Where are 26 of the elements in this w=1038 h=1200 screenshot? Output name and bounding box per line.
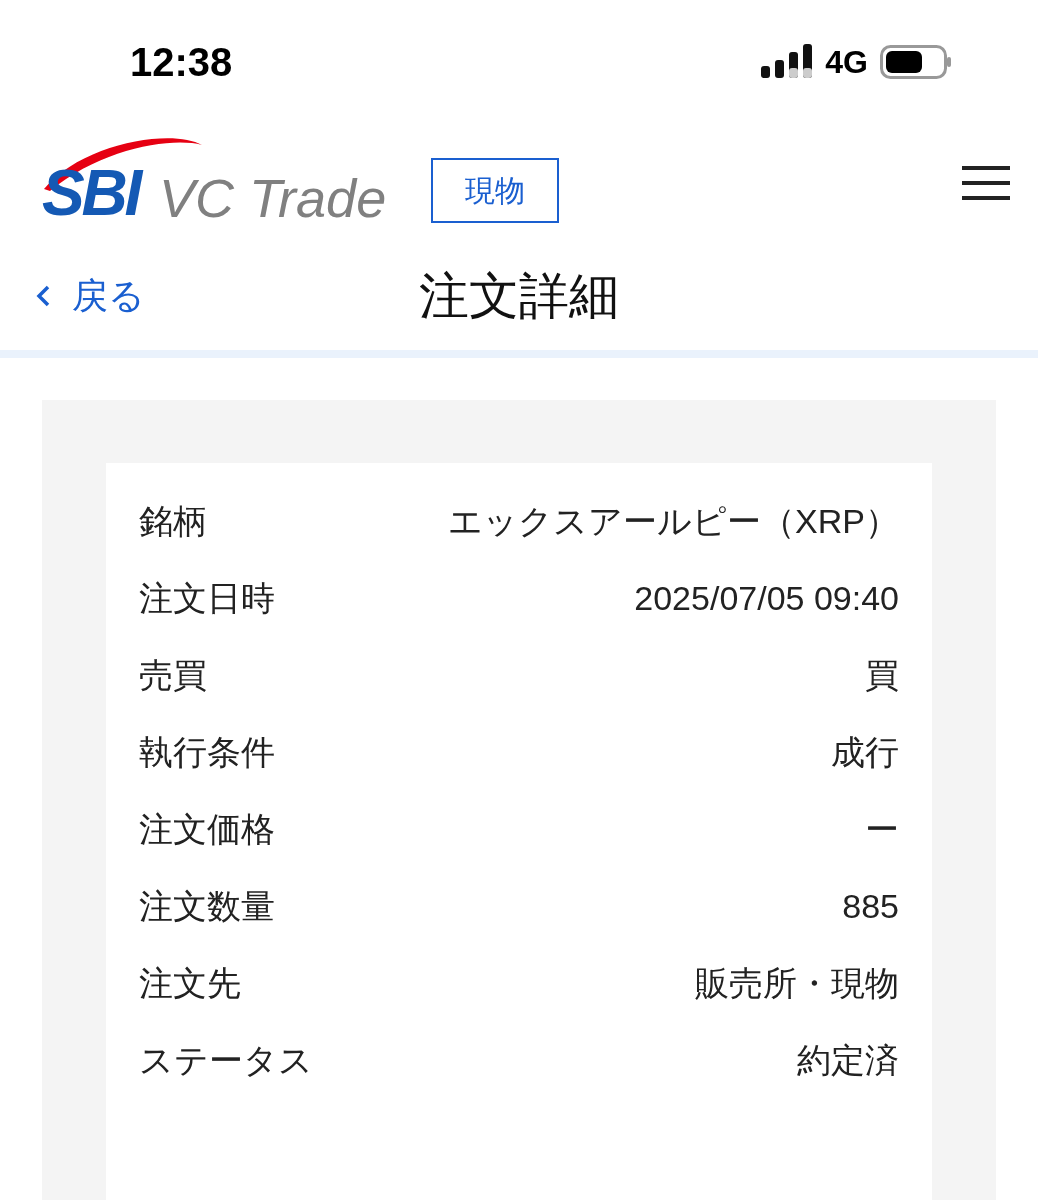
battery-icon [880,44,952,79]
back-button[interactable]: 戻る [36,269,145,324]
detail-value: 成行 [831,732,899,773]
signal-icon [761,43,814,80]
detail-label: 注文価格 [139,809,275,850]
detail-label: 執行条件 [139,732,275,773]
detail-value: 2025/07/05 09:40 [634,578,899,619]
detail-label: ステータス [139,1040,313,1081]
detail-value: 885 [842,886,899,927]
chevron-left-icon [36,285,50,308]
detail-value: 買 [865,655,899,696]
detail-label: 注文日時 [139,578,275,619]
status-time: 12:38 [130,38,233,86]
network-label: 4G [825,42,868,82]
brand-logo[interactable]: SBI VC Trade [42,140,387,225]
detail-label: 注文先 [139,963,241,1004]
detail-label: 売買 [139,655,207,696]
menu-icon[interactable] [962,165,1010,200]
detail-label: 銘柄 [139,501,207,542]
spot-badge: 現物 [431,157,560,223]
detail-value: エックスアールピー（XRP） [448,501,899,542]
detail-label: 注文数量 [139,886,275,927]
detail-value: ー [865,809,899,850]
detail-value: 販売所・現物 [695,963,899,1004]
page-title: 注文詳細 [419,266,619,326]
detail-value: 約定済 [797,1040,899,1081]
